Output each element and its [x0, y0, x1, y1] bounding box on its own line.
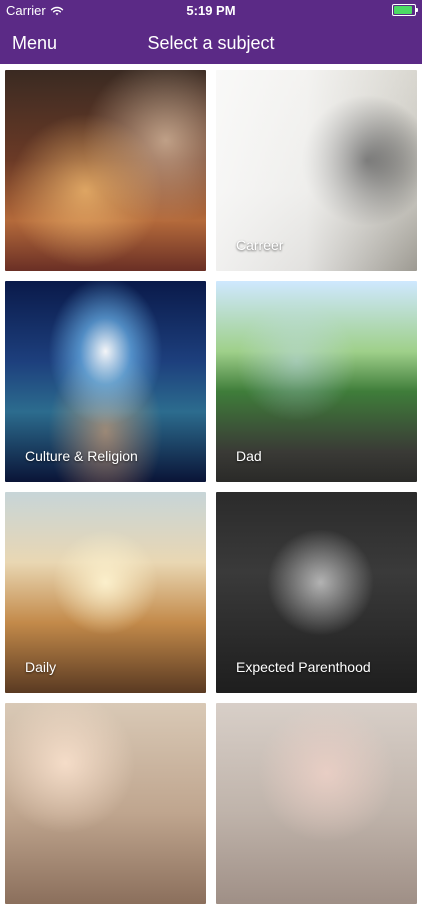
subject-tile-label: Carreer — [236, 237, 284, 253]
status-right — [392, 4, 418, 16]
page-title: Select a subject — [147, 33, 275, 53]
subject-tile-culture-religion[interactable]: Culture & Religion — [5, 281, 206, 482]
subject-tile-friends[interactable] — [5, 70, 206, 271]
battery-icon — [392, 4, 418, 16]
status-time: 5:19 PM — [186, 3, 236, 18]
subject-tile-expected-parenthood[interactable]: Expected Parenthood — [216, 492, 417, 693]
app-header: Carrier 5:19 PM Menu Select a subject — [0, 0, 422, 64]
subject-tile-career[interactable]: Carreer — [216, 70, 417, 271]
subject-tile-partial-right[interactable] — [216, 703, 417, 904]
subject-tile-partial-left[interactable] — [5, 703, 206, 904]
subject-tile-label: Daily — [25, 659, 57, 675]
subject-tile-label: Culture & Religion — [25, 448, 138, 464]
subject-grid: Carreer Culture & Religion Dad Daily Exp… — [0, 70, 422, 904]
status-bar: Carrier 5:19 PM — [0, 0, 422, 22]
subject-tile-label: Dad — [236, 448, 262, 464]
subject-tile-daily[interactable]: Daily — [5, 492, 206, 693]
navigation-bar: Menu Select a subject — [0, 22, 422, 64]
subject-tile-dad[interactable]: Dad — [216, 281, 417, 482]
subject-tile-label: Expected Parenthood — [236, 659, 371, 675]
